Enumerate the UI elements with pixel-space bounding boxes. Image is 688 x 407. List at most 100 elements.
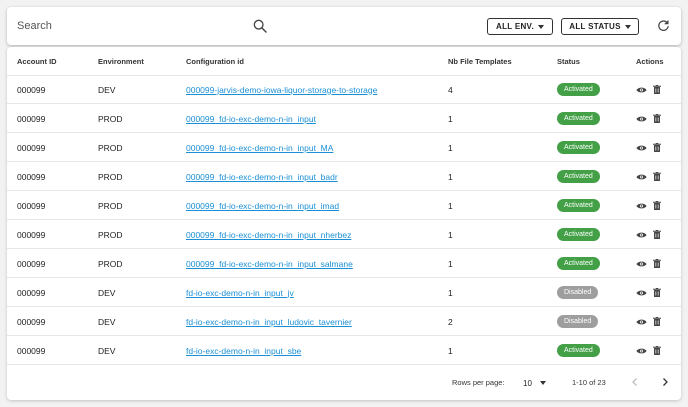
cell-configuration-id: fd-io-exc-demo-n-in_input_sbe: [186, 336, 301, 365]
eye-icon[interactable]: [636, 289, 647, 297]
row-actions: [636, 317, 661, 326]
row-actions: [636, 288, 661, 297]
header-environment: Environment: [98, 57, 144, 66]
cell-configuration-id: fd-io-exc-demo-n-in_input_ludovic_tavern…: [186, 307, 352, 336]
configuration-link[interactable]: 000099_fd-io-exc-demo-n-in_input: [186, 114, 316, 124]
rows-per-page-select[interactable]: 10: [523, 376, 549, 390]
cell-actions: [636, 220, 661, 249]
trash-icon[interactable]: [653, 143, 661, 152]
chevron-down-icon: [537, 24, 544, 29]
cell-configuration-id: 000099-jarvis-demo-iowa-liquor-storage-t…: [186, 75, 377, 104]
cell-account-id: 000099: [17, 200, 46, 211]
table-row: 000099 PROD 000099_fd-io-exc-demo-n-in_inp…: [7, 220, 681, 249]
trash-icon[interactable]: [653, 172, 661, 181]
env-filter-label: ALL ENV.: [496, 22, 534, 31]
cell-environment: PROD: [98, 113, 123, 124]
configuration-link[interactable]: 000099_fd-io-exc-demo-n-in_input_nherbez: [186, 230, 351, 240]
trash-icon[interactable]: [653, 317, 661, 326]
configuration-link[interactable]: fd-io-exc-demo-n-in_input_sbe: [186, 346, 301, 356]
row-actions: [636, 172, 661, 181]
cell-account-id: 000099: [17, 316, 46, 327]
search-input[interactable]: Search: [17, 20, 52, 32]
configuration-link[interactable]: fd-io-exc-demo-n-in_input_jv: [186, 288, 294, 298]
cell-configuration-id: 000099_fd-io-exc-demo-n-in_input_salmane: [186, 249, 353, 278]
chevron-right-icon[interactable]: [659, 376, 671, 388]
configuration-link[interactable]: fd-io-exc-demo-n-in_input_ludovic_tavern…: [186, 317, 352, 327]
table-row: 000099 DEV fd-io-exc-demo-n-in_input_sbe 1 A…: [7, 336, 681, 365]
eye-icon[interactable]: [636, 318, 647, 326]
header-actions: Actions: [636, 57, 664, 66]
cell-nb-file-templates: 1: [448, 113, 453, 124]
cell-account-id: 000099: [17, 258, 46, 269]
table-row: 000099 PROD 000099_fd-io-exc-demo-n-in_inp…: [7, 133, 681, 162]
cell-nb-file-templates: 1: [448, 229, 453, 240]
cell-configuration-id: fd-io-exc-demo-n-in_input_jv: [186, 278, 294, 307]
row-actions: [636, 346, 661, 355]
cell-status: Activated: [557, 104, 600, 133]
configuration-link[interactable]: 000099_fd-io-exc-demo-n-in_input_badr: [186, 172, 338, 182]
rows-per-page-label: Rows per page:: [452, 378, 505, 387]
trash-icon[interactable]: [653, 201, 661, 210]
cell-account-id: 000099: [17, 142, 46, 153]
rows-per-page-value: 10: [523, 378, 532, 388]
cell-environment: PROD: [98, 258, 123, 269]
trash-icon[interactable]: [653, 114, 661, 123]
toolbar: Search ALL ENV. ALL STATUS: [7, 7, 681, 45]
cell-environment: DEV: [98, 287, 116, 298]
cell-environment: DEV: [98, 316, 116, 327]
pagination: Rows per page: 10 1-10 of 23: [7, 365, 681, 400]
cell-configuration-id: 000099_fd-io-exc-demo-n-in_input_badr: [186, 162, 338, 191]
status-badge: Activated: [557, 199, 600, 212]
cell-configuration-id: 000099_fd-io-exc-demo-n-in_input: [186, 104, 316, 133]
cell-status: Activated: [557, 220, 600, 249]
eye-icon[interactable]: [636, 144, 647, 152]
trash-icon[interactable]: [653, 288, 661, 297]
eye-icon[interactable]: [636, 173, 647, 181]
eye-icon[interactable]: [636, 202, 647, 210]
trash-icon[interactable]: [653, 85, 661, 94]
table-row: 000099 DEV fd-io-exc-demo-n-in_input_jv 1 Di…: [7, 278, 681, 307]
refresh-icon[interactable]: [656, 18, 671, 33]
configuration-link[interactable]: 000099_fd-io-exc-demo-n-in_input_MA: [186, 143, 333, 153]
configuration-link[interactable]: 000099_fd-io-exc-demo-n-in_input_imad: [186, 201, 339, 211]
cell-nb-file-templates: 1: [448, 200, 453, 211]
env-filter-dropdown[interactable]: ALL ENV.: [487, 18, 553, 35]
cell-environment: PROD: [98, 200, 123, 211]
status-badge: Activated: [557, 83, 600, 96]
header-nb-file-templates: Nb File Templates: [448, 57, 512, 66]
cell-account-id: 000099: [17, 113, 46, 124]
row-actions: [636, 201, 661, 210]
chevron-down-icon: [624, 24, 631, 29]
eye-icon[interactable]: [636, 260, 647, 268]
status-badge: Activated: [557, 344, 600, 357]
cell-status: Disabled: [557, 278, 599, 307]
search-icon[interactable]: [252, 18, 268, 34]
status-badge: Activated: [557, 170, 600, 183]
status-badge: Activated: [557, 228, 600, 241]
status-filter-dropdown[interactable]: ALL STATUS: [561, 18, 639, 35]
cell-actions: [636, 75, 661, 104]
status-badge: Disabled: [557, 286, 599, 299]
configuration-link[interactable]: 000099_fd-io-exc-demo-n-in_input_salmane: [186, 259, 353, 269]
configuration-link[interactable]: 000099-jarvis-demo-iowa-liquor-storage-t…: [186, 85, 377, 95]
trash-icon[interactable]: [653, 259, 661, 268]
trash-icon[interactable]: [653, 346, 661, 355]
row-actions: [636, 143, 661, 152]
status-badge: Activated: [557, 141, 600, 154]
cell-configuration-id: 000099_fd-io-exc-demo-n-in_input_imad: [186, 191, 339, 220]
cell-status: Activated: [557, 162, 600, 191]
eye-icon[interactable]: [636, 115, 647, 123]
eye-icon[interactable]: [636, 231, 647, 239]
table-row: 000099 PROD 000099_fd-io-exc-demo-n-in_inp…: [7, 249, 681, 278]
cell-status: Activated: [557, 75, 600, 104]
cell-nb-file-templates: 1: [448, 287, 453, 298]
status-badge: Activated: [557, 257, 600, 270]
eye-icon[interactable]: [636, 86, 647, 94]
cell-status: Disabled: [557, 307, 599, 336]
cell-environment: PROD: [98, 229, 123, 240]
trash-icon[interactable]: [653, 230, 661, 239]
status-badge: Activated: [557, 112, 600, 125]
cell-account-id: 000099: [17, 287, 46, 298]
chevron-left-icon[interactable]: [629, 376, 641, 388]
eye-icon[interactable]: [636, 347, 647, 355]
